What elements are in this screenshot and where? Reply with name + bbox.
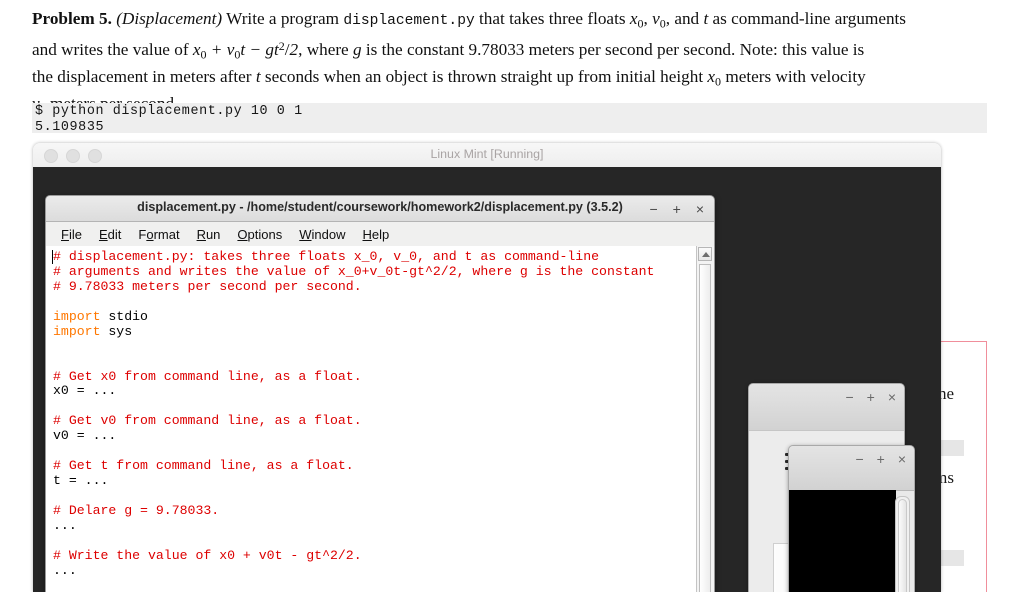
close-icon[interactable]: × — [696, 201, 704, 217]
problem-line3-c: meters with velocity — [721, 66, 866, 86]
code-line: x0 = ... — [53, 383, 117, 399]
code-line: # Get x0 from command line, as a float. — [53, 368, 362, 384]
maximize-icon[interactable]: + — [867, 390, 875, 404]
code-text[interactable]: # displacement.py: takes three floats x_… — [46, 246, 697, 592]
close-icon[interactable]: × — [888, 390, 896, 404]
terminal-window-controls: − + × — [855, 446, 906, 472]
problem-line2-c: is the constant 9.78033 meters per secon… — [361, 40, 865, 59]
idle-editor-area[interactable]: # displacement.py: takes three floats x_… — [46, 246, 714, 592]
scrollbar-thumb[interactable] — [699, 264, 711, 592]
problem-line-2: and writes the value of x0 + v0t − gt2/2… — [32, 35, 990, 66]
menu-item-options[interactable]: Options — [230, 225, 289, 244]
problem-line1-b: that takes three floats — [474, 9, 630, 28]
article-pink-rule — [986, 341, 987, 592]
problem-line2-a: and writes the value of — [32, 40, 193, 59]
code-line: # Get v0 from command line, as a float. — [53, 413, 362, 429]
problem-line2-b: , where — [298, 40, 353, 59]
rear-window-controls: − + × — [845, 384, 896, 410]
code-line: ... — [53, 562, 77, 578]
maximize-icon[interactable]: + — [877, 452, 885, 466]
math-formula: x0 + v0t − gt2/2 — [192, 38, 299, 62]
background-window-terminal[interactable]: − + × — [788, 445, 915, 592]
problem-topic: (Displacement) — [116, 9, 223, 28]
virtualbox-titlebar[interactable]: Linux Mint [Running] — [33, 143, 941, 168]
math-x0: x0 — [629, 9, 644, 31]
problem-line-1: Problem 5. (Displacement) Write a progra… — [32, 9, 906, 31]
menu-item-run[interactable]: Run — [190, 225, 228, 244]
menu-item-edit[interactable]: Edit — [92, 225, 128, 244]
code-line: ... — [53, 517, 77, 533]
rear-window-titlebar[interactable]: − + × — [749, 384, 904, 431]
problem-line1-c: , and — [665, 9, 704, 28]
problem-line3-b: seconds when an object is thrown straigh… — [260, 66, 708, 86]
transcript-command: $ python displacement.py 10 0 1 — [35, 104, 303, 119]
code-line: # 9.78033 meters per second per second. — [53, 278, 362, 294]
screenshot-root: the ems Problem 5. (Displacement) Write … — [0, 0, 1024, 592]
code-line: # Write the value of x0 + v0t - gt^2/2. — [53, 547, 362, 563]
close-icon[interactable]: × — [898, 452, 906, 466]
code-line: # arguments and writes the value of x_0+… — [53, 263, 655, 279]
idle-window-title: displacement.py - /home/student/coursewo… — [137, 200, 623, 214]
maximize-icon[interactable]: + — [673, 201, 681, 217]
menu-item-format[interactable]: Format — [131, 225, 186, 244]
minimize-icon[interactable]: − — [845, 390, 853, 404]
terminal-transcript-block: $ python displacement.py 10 0 1 5.109835 — [32, 103, 987, 135]
terminal-output-area[interactable] — [789, 490, 896, 592]
code-line: # Get t from command line, as a float. — [53, 458, 354, 474]
minimize-icon[interactable]: − — [649, 201, 657, 217]
math-g: g — [353, 40, 362, 59]
terminal-window-titlebar[interactable]: − + × — [789, 446, 914, 491]
article-pink-rule-top — [940, 341, 987, 342]
transcript-output: 5.109835 — [35, 119, 105, 135]
problem-line1-a: Write a program — [226, 9, 344, 28]
idle-editor-window[interactable]: displacement.py - /home/student/coursewo… — [45, 195, 715, 592]
problem-label: Problem 5. — [32, 9, 112, 28]
code-line: # Delare g = 9.78033. — [53, 502, 220, 518]
article-text-fragment-1: the — [940, 384, 954, 403]
background-article-page: the ems — [940, 340, 1000, 592]
idle-menubar: File Edit Format Run Options Window Help — [46, 222, 714, 247]
idle-titlebar[interactable]: displacement.py - /home/student/coursewo… — [46, 196, 714, 222]
menu-item-file[interactable]: File — [54, 225, 89, 244]
text-caret — [52, 250, 53, 264]
problem-line3-a: the displacement in meters after — [32, 66, 256, 86]
terminal-scrollbar[interactable] — [895, 496, 910, 592]
virtualbox-title: Linux Mint [Running] — [430, 147, 544, 161]
code-line: v0 = ... — [53, 428, 117, 444]
article-text-fragment-2: ems — [940, 468, 954, 487]
virtualbox-window[interactable]: Linux Mint [Running] − + × − + × displac… — [33, 143, 941, 592]
menu-item-help[interactable]: Help — [356, 225, 397, 244]
editor-vertical-scrollbar[interactable] — [696, 246, 714, 592]
code-line: t = ... — [53, 473, 109, 489]
article-code-bar-2 — [940, 550, 964, 566]
code-line: import stdio — [53, 308, 148, 324]
code-line: import sys — [53, 323, 133, 339]
vm-desktop: − + × − + × displacement.py - /home/stud… — [33, 167, 941, 592]
menu-item-window[interactable]: Window — [292, 225, 352, 244]
problem-line-3: the displacement in meters after t secon… — [32, 66, 990, 93]
idle-window-controls: − + × — [649, 196, 704, 221]
problem-line1-d: as command-line arguments — [708, 9, 906, 28]
problem-filename: displacement.py — [343, 13, 475, 29]
scroll-up-arrow-icon[interactable] — [698, 247, 712, 261]
code-line: # displacement.py: takes three floats x_… — [53, 249, 600, 264]
math-v0: v0 — [652, 9, 666, 31]
minimize-icon[interactable]: − — [855, 452, 863, 466]
article-code-bar-1 — [940, 440, 964, 456]
math-x0-2: x0 — [707, 66, 722, 89]
